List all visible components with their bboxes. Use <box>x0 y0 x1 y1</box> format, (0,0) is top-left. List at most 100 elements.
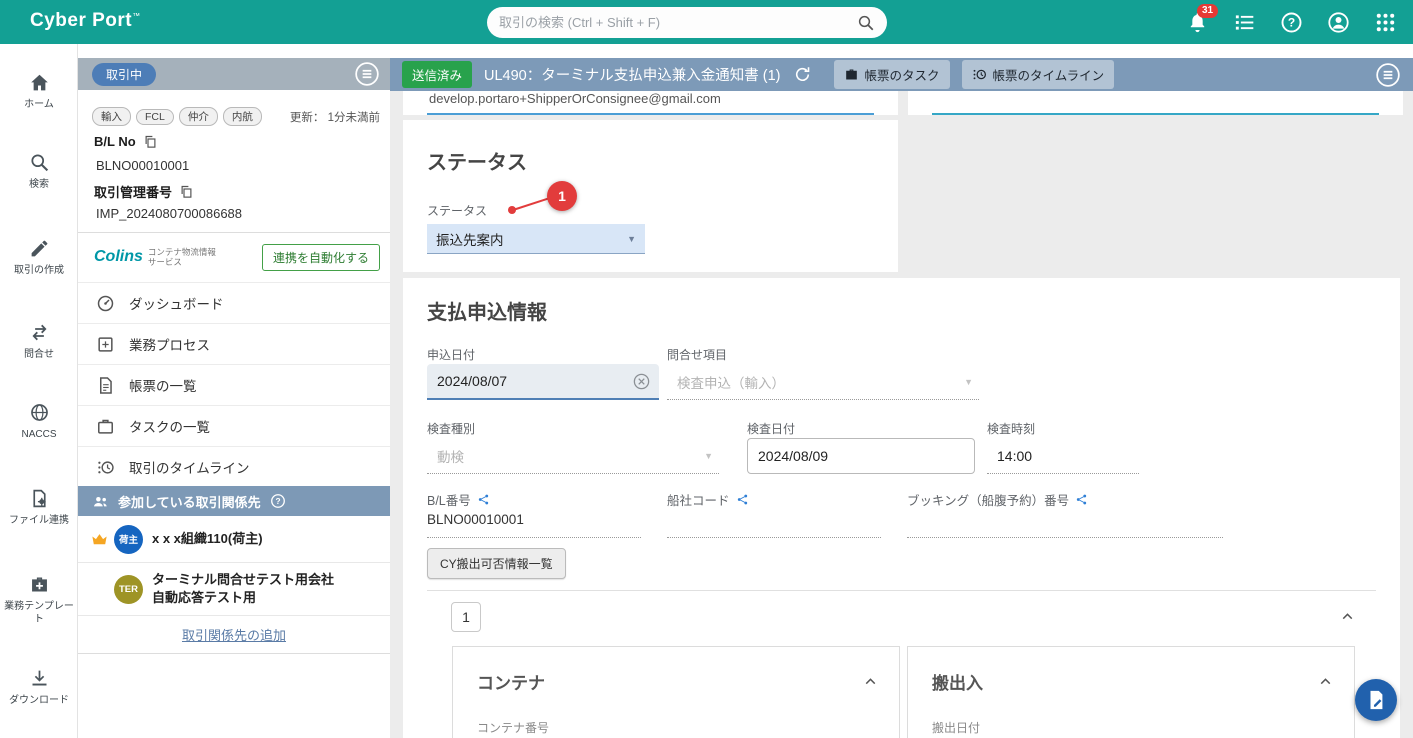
cy-availability-button[interactable]: CY搬出可否情報一覧 <box>427 548 566 579</box>
document-tasks-button[interactable]: 帳票のタスク <box>833 60 950 89</box>
sidebar-item-download[interactable]: ダウンロード <box>0 668 78 708</box>
app-logo[interactable]: Cyber Port™ <box>30 10 141 32</box>
apply-date-input[interactable]: 2024/08/07 <box>427 364 659 400</box>
chevron-down-icon: ▼ <box>627 233 636 244</box>
sidebar: ホーム 検索 取引の作成 問合せ NACCS ファイル連携 業務テンプレート ダ… <box>0 44 78 738</box>
bl-no-label: B/L No <box>94 134 136 149</box>
help-button[interactable]: ? <box>1280 11 1303 34</box>
globe-icon <box>29 402 50 423</box>
sidebar-item-file-link[interactable]: ファイル連携 <box>0 488 78 528</box>
sidebar-item-create-transaction[interactable]: 取引の作成 <box>0 238 78 278</box>
collapse-container-icon[interactable] <box>862 673 879 690</box>
share-icon[interactable] <box>1075 493 1088 506</box>
email-field-cutoff[interactable]: develop.portaro+ShipperOrConsignee@gmail… <box>403 91 898 115</box>
apps-grid-button[interactable] <box>1374 11 1397 34</box>
panel-menu-icon[interactable] <box>354 61 380 87</box>
apply-date-label: 申込日付 <box>427 348 476 362</box>
notifications-button[interactable]: 31 <box>1186 3 1219 34</box>
mgmt-no-label-row: 取引管理番号 <box>94 182 194 201</box>
field-underline <box>932 91 1379 115</box>
automate-link-button[interactable]: 連携を自動化する <box>261 243 380 271</box>
copy-icon[interactable] <box>143 134 158 149</box>
bl-number-label: B/L番号 <box>427 494 471 508</box>
share-icon[interactable] <box>736 493 749 506</box>
crown-icon <box>90 530 109 549</box>
menu-item-process[interactable]: 業務プロセス <box>78 323 390 364</box>
inspection-date-input[interactable]: 2024/08/09 <box>747 438 975 474</box>
sidebar-item-inquiry[interactable]: 問合せ <box>0 322 78 362</box>
document-tasks-label: 帳票のタスク <box>864 69 940 83</box>
status-select[interactable]: 振込先案内 ▼ <box>427 224 645 254</box>
carry-subcard: 搬出入 搬出日付 <box>907 646 1355 738</box>
document-menu-icon[interactable] <box>1375 62 1401 88</box>
inspection-type-select-disabled: 動検 ▼ <box>427 438 719 474</box>
container-number-label: コンテナ番号 <box>477 721 550 735</box>
payment-card-title: 支払申込情報 <box>427 302 547 324</box>
timeline-clock-icon <box>973 69 986 80</box>
annotation-badge: 1 <box>547 181 577 211</box>
copy-icon[interactable] <box>179 184 194 199</box>
sidebar-item-naccs[interactable]: NACCS <box>0 402 78 442</box>
sidebar-item-label: 取引の作成 <box>14 265 64 276</box>
menu-item-dashboard[interactable]: ダッシュボード <box>78 282 390 323</box>
apply-date-value: 2024/08/07 <box>437 373 508 389</box>
process-icon <box>96 335 115 354</box>
carrier-code-value[interactable] <box>667 512 881 538</box>
menu-item-label: 取引のタイムライン <box>129 461 250 476</box>
mgmt-no-value: IMP_2024080700086688 <box>96 206 243 221</box>
sidebar-item-template[interactable]: 業務テンプレート <box>0 574 78 626</box>
participants-header-label: 参加している取引関係先 <box>118 494 261 510</box>
bl-number-value[interactable]: BLNO00010001 <box>427 512 641 538</box>
carrier-code-label-row: 船社コード <box>667 490 749 509</box>
add-participant-link[interactable]: 取引関係先の追加 <box>182 625 286 644</box>
status-card: ステータス ステータス 振込先案内 ▼ 1 <box>403 120 898 272</box>
clear-icon[interactable] <box>632 372 651 391</box>
briefcase-icon <box>96 417 115 436</box>
download-icon <box>29 668 50 689</box>
inspection-time-field[interactable]: 14:00 <box>987 438 1139 474</box>
collapse-carry-icon[interactable] <box>1317 673 1334 690</box>
edit-document-fab[interactable] <box>1355 679 1397 721</box>
account-button[interactable] <box>1327 11 1350 34</box>
transaction-status-chip[interactable]: 取引中 <box>92 62 157 86</box>
document-list-icon <box>96 376 115 395</box>
notification-badge: 31 <box>1197 3 1219 18</box>
sidebar-item-label: ファイル連携 <box>9 515 69 526</box>
inquiry-item-label: 問合せ項目 <box>667 348 728 362</box>
menu-item-timeline[interactable]: 取引のタイムライン <box>78 446 390 487</box>
avatar: TER <box>114 574 143 604</box>
participant-row-shipper[interactable]: 荷主 x x x組織110(荷主) <box>78 516 390 563</box>
status-card-title: ステータス <box>427 152 527 174</box>
search-icon <box>29 152 50 173</box>
booking-number-value[interactable] <box>907 512 1223 538</box>
colins-logo[interactable]: Colins <box>94 248 143 266</box>
participant-name: ターミナル問合せテスト用会社 自動応答テスト用 <box>152 571 334 606</box>
document-title: UL490：ターミナル支払申込兼入金通知書 (1) <box>484 68 781 84</box>
document-timeline-button[interactable]: 帳票のタイムライン <box>961 60 1115 89</box>
participant-name-line2: 自動応答テスト用 <box>152 590 257 605</box>
participants-help-icon[interactable]: ? <box>270 493 286 509</box>
global-search[interactable] <box>487 7 887 38</box>
search-icon[interactable] <box>857 14 875 32</box>
participant-row-terminal[interactable]: TER ターミナル問合せテスト用会社 自動応答テスト用 <box>78 563 390 616</box>
colins-description: コンテナ物流情報サービス <box>147 246 216 267</box>
sidebar-item-home[interactable]: ホーム <box>0 72 78 112</box>
share-icon[interactable] <box>477 493 490 506</box>
mgmt-no-label: 取引管理番号 <box>94 185 173 200</box>
main-content: 送信済み UL490：ターミナル支払申込兼入金通知書 (1) 帳票のタスク 帳票… <box>390 44 1413 738</box>
collapse-group-icon[interactable] <box>1339 608 1356 625</box>
carrier-code-label: 船社コード <box>667 494 730 508</box>
refresh-icon[interactable] <box>793 65 812 84</box>
sidebar-item-label: 検索 <box>29 179 49 190</box>
sidebar-item-search[interactable]: 検索 <box>0 152 78 192</box>
field-cutoff-right[interactable] <box>908 91 1403 115</box>
menu-item-documents[interactable]: 帳票の一覧 <box>78 364 390 405</box>
menu-item-tasks[interactable]: タスクの一覧 <box>78 405 390 446</box>
top-strip <box>390 44 1413 58</box>
sent-status-chip: 送信済み <box>402 61 473 88</box>
avatar: 荷主 <box>114 524 143 554</box>
search-input[interactable] <box>499 15 857 30</box>
participants-header: 参加している取引関係先 ? <box>78 486 390 516</box>
annotation-line <box>512 197 549 211</box>
task-list-icon-button[interactable] <box>1233 11 1256 34</box>
